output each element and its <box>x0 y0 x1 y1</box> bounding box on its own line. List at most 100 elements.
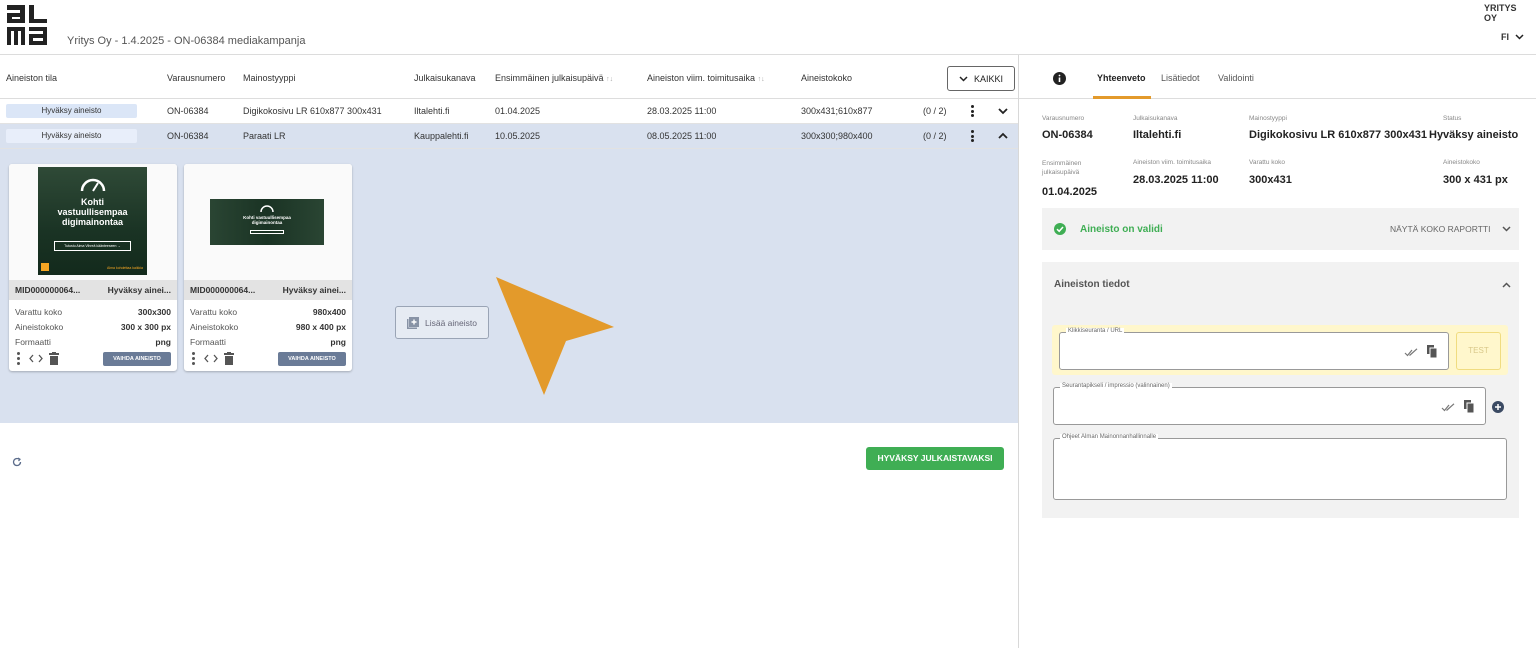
summary-grid: Varausnumero ON-06384 Julkaisukanava Ilt… <box>1019 115 1518 203</box>
ad-footer: Alma kohdettaa kaikkia <box>107 266 143 270</box>
chevron-up-icon[interactable] <box>997 130 1009 142</box>
column-header-size[interactable]: Aineistokoko <box>801 73 852 83</box>
tab-validointi[interactable]: Validointi <box>1218 73 1254 83</box>
column-header-mainostyyppi[interactable]: Mainostyyppi <box>243 73 296 83</box>
add-library-icon <box>407 316 419 329</box>
field-label: Klikkiseuranta / URL <box>1066 328 1125 334</box>
more-vert-icon[interactable] <box>15 352 21 365</box>
filter-all-button[interactable]: KAIKKI <box>947 66 1015 91</box>
ad-headline-2: digimainontaa <box>251 220 283 225</box>
cell-julkaisukanava: Iltalehti.fi <box>414 106 450 116</box>
more-vert-icon[interactable] <box>969 104 975 118</box>
code-icon[interactable] <box>29 353 43 364</box>
cell-first-publish: 10.05.2025 <box>495 131 541 141</box>
column-header-status[interactable]: Aineiston tila <box>6 73 57 83</box>
tab-lisatiedot[interactable]: Lisätiedot <box>1161 73 1200 83</box>
label-mainostyyppi: Mainostyyppi <box>1249 115 1287 122</box>
app-header: Yritys Oy - 1.4.2025 - ON-06384 mediakam… <box>0 0 1536 55</box>
kv-format: Formaatti png <box>15 337 171 347</box>
value-delivery: 28.03.2025 11:00 <box>1133 174 1219 186</box>
breadcrumb: Yritys Oy - 1.4.2025 - ON-06384 mediakam… <box>67 35 306 47</box>
material-id: MID000000064... <box>15 285 81 295</box>
material-status: Hyväksy ainei... <box>107 285 171 295</box>
validation-summary[interactable]: Aineisto on validi NÄYTÄ KOKO RAPORTTI <box>1042 208 1519 250</box>
validation-status: Aineisto on validi <box>1080 224 1163 235</box>
code-icon[interactable] <box>204 353 218 364</box>
language-selector[interactable]: FI <box>1501 32 1524 42</box>
chevron-down-icon[interactable] <box>997 105 1009 117</box>
details-title: Aineiston tiedot <box>1054 279 1130 290</box>
cell-first-publish: 01.04.2025 <box>495 106 541 116</box>
kv-reserved-size: Varattu koko 300x300 <box>15 307 171 317</box>
show-full-report-link[interactable]: NÄYTÄ KOKO RAPORTTI <box>1390 224 1490 234</box>
cell-mainostyyppi: Paraati LR <box>243 131 286 141</box>
cell-count: (0 / 2) <box>923 131 947 141</box>
kv-material-size: Aineistokoko 300 x 300 px <box>15 322 171 332</box>
double-check-icon[interactable] <box>1441 403 1455 412</box>
chevron-up-icon[interactable] <box>1502 282 1511 288</box>
cursor-arrow-icon <box>496 277 614 395</box>
label-varausnumero: Varausnumero <box>1042 115 1085 122</box>
trash-icon[interactable] <box>224 352 234 365</box>
alma-logo[interactable] <box>7 5 47 45</box>
material-card[interactable]: Kohti vastuullisempaa digimainontaa Tutu… <box>9 164 177 371</box>
change-material-button[interactable]: VAIHDA AINEISTO <box>103 352 171 366</box>
refresh-icon[interactable] <box>12 457 22 467</box>
material-preview[interactable]: Kohti vastuullisempaa digimainontaa <box>184 164 352 280</box>
check-circle-icon <box>1054 223 1066 235</box>
info-icon[interactable] <box>1053 72 1066 85</box>
cell-delivery: 08.05.2025 11:00 <box>647 131 717 141</box>
ad-cta: Tutustu Alma Vihreä käänteeseen → <box>54 241 131 251</box>
column-header-julkaisukanava[interactable]: Julkaisukanava <box>414 73 476 83</box>
value-material-size: 300 x 431 px <box>1443 174 1508 186</box>
copy-icon[interactable] <box>1464 400 1475 413</box>
column-header-first-publish[interactable]: Ensimmäinen julkaisupäivä ↑↓ <box>495 73 613 83</box>
filter-all-label: KAIKKI <box>973 73 1003 84</box>
company-name[interactable]: YRITYS OY <box>1484 3 1517 23</box>
cell-delivery: 28.03.2025 11:00 <box>647 106 717 116</box>
table-row-selected[interactable]: Hyväksy aineisto ON-06384 Paraati LR Kau… <box>0 124 1018 149</box>
cell-size: 300x431;610x877 <box>801 106 873 116</box>
status-badge: Hyväksy aineisto <box>6 129 137 143</box>
table-row[interactable]: Hyväksy aineisto ON-06384 Digikokosivu L… <box>0 99 1018 124</box>
add-material-label: Lisää aineisto <box>425 317 477 328</box>
chevron-down-icon <box>959 75 968 82</box>
active-tab-indicator <box>1093 96 1151 99</box>
chevron-down-icon <box>1515 34 1524 40</box>
value-varausnumero: ON-06384 <box>1042 129 1093 141</box>
add-material-button[interactable]: Lisää aineisto <box>395 306 489 339</box>
more-vert-icon[interactable] <box>190 352 196 365</box>
ad-headline-1: Kohti <box>81 197 104 207</box>
tracking-pixel-input[interactable]: Seurantapikseli / impressio (valinnainen… <box>1053 383 1486 425</box>
details-panel: Yhteenveto Lisätiedot Validointi Varausn… <box>1019 55 1536 648</box>
click-tracking-url-input[interactable]: Klikkiseuranta / URL <box>1059 328 1449 370</box>
cell-mainostyyppi: Digikokosivu LR 610x877 300x431 <box>243 106 382 116</box>
change-material-button[interactable]: VAIHDA AINEISTO <box>278 352 346 366</box>
material-card[interactable]: Kohti vastuullisempaa digimainontaa MID0… <box>184 164 352 371</box>
more-vert-icon[interactable] <box>969 129 975 143</box>
card-title-bar: MID000000064... Hyväksy ainei... <box>184 280 352 300</box>
copy-icon[interactable] <box>1427 345 1438 358</box>
label-first-publish: Ensimmäinen julkaisupäivä <box>1042 160 1082 176</box>
double-check-icon[interactable] <box>1404 348 1418 357</box>
ad-preview-980x400: Kohti vastuullisempaa digimainontaa <box>210 199 324 245</box>
instructions-textarea[interactable]: Ohjeet Alman Mainonnanhallinnalle <box>1053 434 1507 500</box>
material-preview[interactable]: Kohti vastuullisempaa digimainontaa Tutu… <box>9 164 177 280</box>
label-delivery: Aineiston viim. toimitusaika <box>1133 159 1212 166</box>
ad-preview-300x300: Kohti vastuullisempaa digimainontaa Tutu… <box>38 167 147 275</box>
chevron-down-icon[interactable] <box>1502 226 1511 232</box>
trash-icon[interactable] <box>49 352 59 365</box>
cell-julkaisukanava: Kauppalehti.fi <box>414 131 469 141</box>
test-button[interactable]: TEST <box>1456 332 1501 370</box>
field-label: Ohjeet Alman Mainonnanhallinnalle <box>1060 434 1159 440</box>
ad-headline-3: digimainontaa <box>61 217 123 227</box>
add-circle-icon[interactable] <box>1492 401 1504 413</box>
alma-mark-icon <box>41 263 49 271</box>
column-header-delivery[interactable]: Aineiston viim. toimitusaika ↑↓ <box>647 73 765 83</box>
column-header-varausnumero[interactable]: Varausnumero <box>167 73 225 83</box>
language-label: FI <box>1501 32 1509 42</box>
status-badge: Hyväksy aineisto <box>6 104 137 118</box>
value-reserved-size: 300x431 <box>1249 174 1292 186</box>
tab-yhteenveto[interactable]: Yhteenveto <box>1097 73 1146 83</box>
approve-publish-button[interactable]: HYVÄKSY JULKAISTAVAKSI <box>866 447 1004 470</box>
